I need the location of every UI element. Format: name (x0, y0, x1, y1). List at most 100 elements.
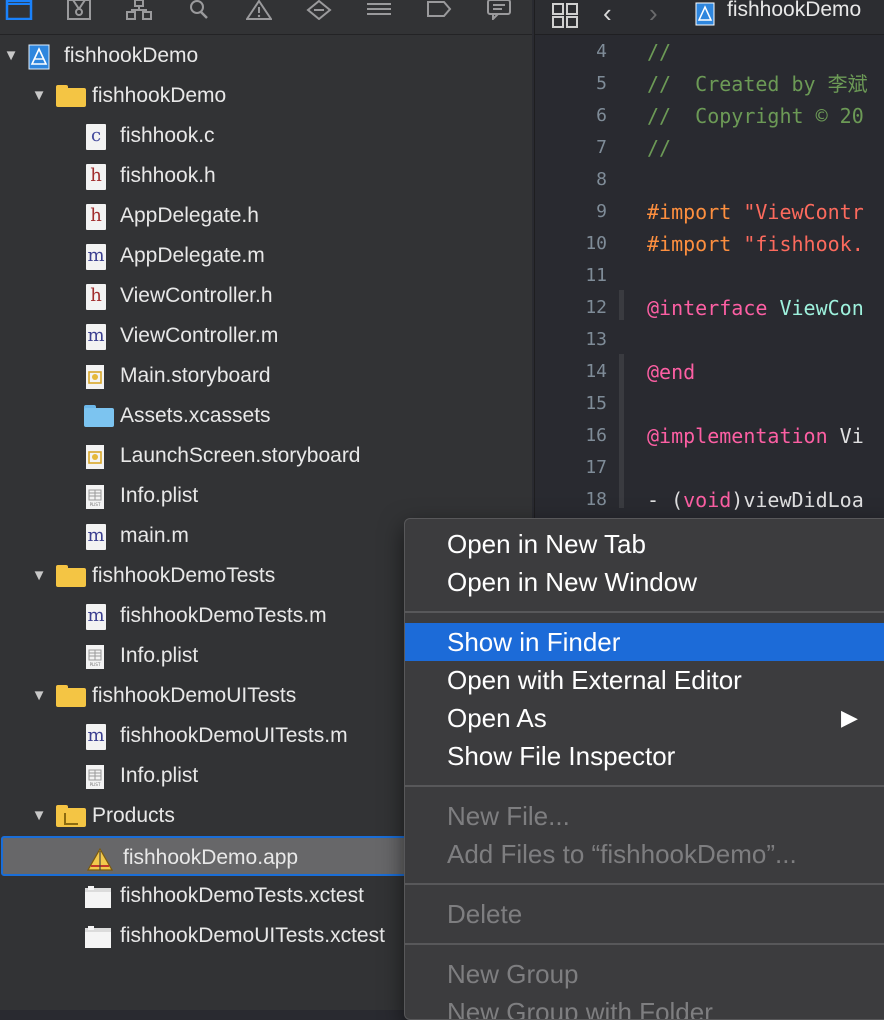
warning-icon[interactable] (244, 0, 274, 22)
code-token: "fishhook. (743, 232, 864, 256)
folder-icon[interactable] (4, 0, 34, 22)
h-file-icon: h (84, 164, 112, 190)
menu-item-open-in-new-tab[interactable]: Open in New Tab (405, 525, 884, 563)
forward-icon[interactable]: › (649, 0, 658, 29)
breakpoint-icon[interactable] (424, 0, 454, 22)
m-file-icon: m (84, 524, 112, 550)
disclosure-triangle-icon[interactable]: ▼ (30, 556, 48, 596)
folder-icon (56, 685, 86, 711)
line-number: 8 (596, 169, 607, 190)
menu-item-open-as[interactable]: Open As ▶ (405, 699, 884, 737)
menu-item-label: Add Files to “fishhookDemo”... (447, 839, 797, 869)
code-line: 17 (535, 452, 884, 484)
tree-row[interactable]: h AppDelegate.h (0, 196, 532, 236)
code-line: 10 #import "fishhook. (535, 228, 884, 260)
menu-item-delete[interactable]: Delete (405, 895, 884, 933)
disclosure-triangle-icon[interactable]: ▼ (30, 676, 48, 716)
code-text: // (647, 36, 671, 68)
report-icon[interactable] (484, 0, 514, 22)
disclosure-triangle-icon[interactable]: ▼ (2, 36, 20, 76)
menu-item-new-file[interactable]: New File... (405, 797, 884, 835)
breadcrumb-file[interactable]: fishhookDemo (727, 0, 861, 22)
code-token: // (647, 136, 672, 160)
tree-row-label: Main.storyboard (120, 364, 271, 387)
tree-row-label: fishhookDemoUITests.m (120, 724, 348, 747)
code-token: #import (647, 200, 744, 224)
code-lines[interactable]: 4 // 5 // Created by 李斌 6 // Copyright © 20 7 /… (535, 36, 884, 516)
back-icon[interactable]: ‹ (603, 0, 612, 29)
menu-item-new-group[interactable]: New Group (405, 955, 884, 993)
menu-item-label: Open in New Window (447, 567, 697, 597)
code-text: // Copyright © 20 (647, 100, 864, 132)
line-number: 14 (585, 361, 607, 382)
tree-row[interactable]: Assets.xcassets (0, 396, 532, 436)
line-number: 10 (585, 233, 607, 254)
menu-separator (405, 883, 884, 885)
code-line: 13 (535, 324, 884, 356)
disclosure-triangle-icon[interactable]: ▼ (30, 76, 48, 116)
source-control-icon[interactable] (64, 0, 94, 22)
menu-item-add-files-to-fishhookdemo[interactable]: Add Files to “fishhookDemo”... (405, 835, 884, 873)
code-line: 4 // (535, 36, 884, 68)
code-token: @implementation (647, 424, 840, 448)
menu-item-label: New Group (447, 959, 579, 989)
code-token: // Created by 李斌 (647, 72, 868, 96)
line-number: 15 (585, 393, 607, 414)
navigator-toolbar (0, 0, 532, 35)
menu-item-label: Show File Inspector (447, 741, 676, 771)
storyboard-icon (84, 444, 112, 470)
menu-item-new-group-with-folder[interactable]: New Group with Folder (405, 993, 884, 1019)
tree-row-label: Info.plist (120, 644, 199, 667)
code-text: @end (647, 356, 695, 388)
code-token: // (647, 40, 672, 64)
tree-row[interactable]: h ViewController.h (0, 276, 532, 316)
menu-item-show-in-finder[interactable]: Show in Finder (405, 623, 884, 661)
menu-separator (405, 611, 884, 613)
disclosure-triangle-icon[interactable]: ▼ (30, 796, 48, 836)
tree-row-label: ViewController.h (120, 284, 273, 307)
line-number: 13 (585, 329, 607, 350)
hierarchy-icon[interactable] (124, 0, 154, 22)
code-line: 5 // Created by 李斌 (535, 68, 884, 100)
code-text: #import "ViewContr (647, 196, 864, 228)
tree-row-label: main.m (120, 524, 189, 547)
plist-icon: PLIST (84, 764, 112, 790)
tree-row[interactable]: LaunchScreen.storyboard (0, 436, 532, 476)
test-diamond-icon[interactable] (304, 0, 334, 22)
tree-row-label: fishhookDemoTests (92, 564, 276, 587)
m-file-icon: m (84, 324, 112, 350)
tree-row[interactable]: PLIST Info.plist (0, 476, 532, 516)
bundle-icon (84, 924, 112, 950)
tree-row[interactable]: Main.storyboard (0, 356, 532, 396)
tree-row[interactable]: ▼ fishhookDemo (0, 36, 532, 76)
tree-row-label: LaunchScreen.storyboard (120, 444, 361, 467)
tree-row[interactable]: m ViewController.m (0, 316, 532, 356)
tree-row-label: fishhook.c (120, 124, 215, 147)
bundle-icon (84, 884, 112, 910)
storyboard-icon (84, 364, 112, 390)
tree-row-label: fishhookDemoTests.xctest (120, 884, 364, 907)
menu-item-open-in-new-window[interactable]: Open in New Window (405, 563, 884, 601)
tree-row-label: fishhookDemoUITests (92, 684, 297, 707)
m-file-icon: m (84, 604, 112, 630)
related-items-icon[interactable] (551, 2, 579, 34)
tree-row-label: Assets.xcassets (120, 404, 271, 427)
tree-row[interactable]: m AppDelegate.m (0, 236, 532, 276)
code-text: - (void)viewDidLoa (647, 484, 864, 516)
debug-list-icon[interactable] (364, 0, 394, 22)
m-file-icon: m (84, 724, 112, 750)
tree-row[interactable]: c fishhook.c (0, 116, 532, 156)
code-line: 12 @interface ViewCon (535, 292, 884, 324)
code-token: ViewCon (779, 296, 864, 320)
svg-text:PLIST: PLIST (90, 662, 101, 667)
tree-row[interactable]: h fishhook.h (0, 156, 532, 196)
menu-item-label: Delete (447, 899, 523, 929)
folder-icon (56, 85, 86, 111)
line-number: 6 (596, 105, 607, 126)
menu-item-label: Open in New Tab (447, 529, 646, 559)
tree-row[interactable]: ▼ fishhookDemo (0, 76, 532, 116)
menu-item-show-file-inspector[interactable]: Show File Inspector (405, 737, 884, 775)
menu-item-open-with-external-editor[interactable]: Open with External Editor (405, 661, 884, 699)
code-token: @end (647, 360, 696, 384)
search-icon[interactable] (184, 0, 214, 22)
